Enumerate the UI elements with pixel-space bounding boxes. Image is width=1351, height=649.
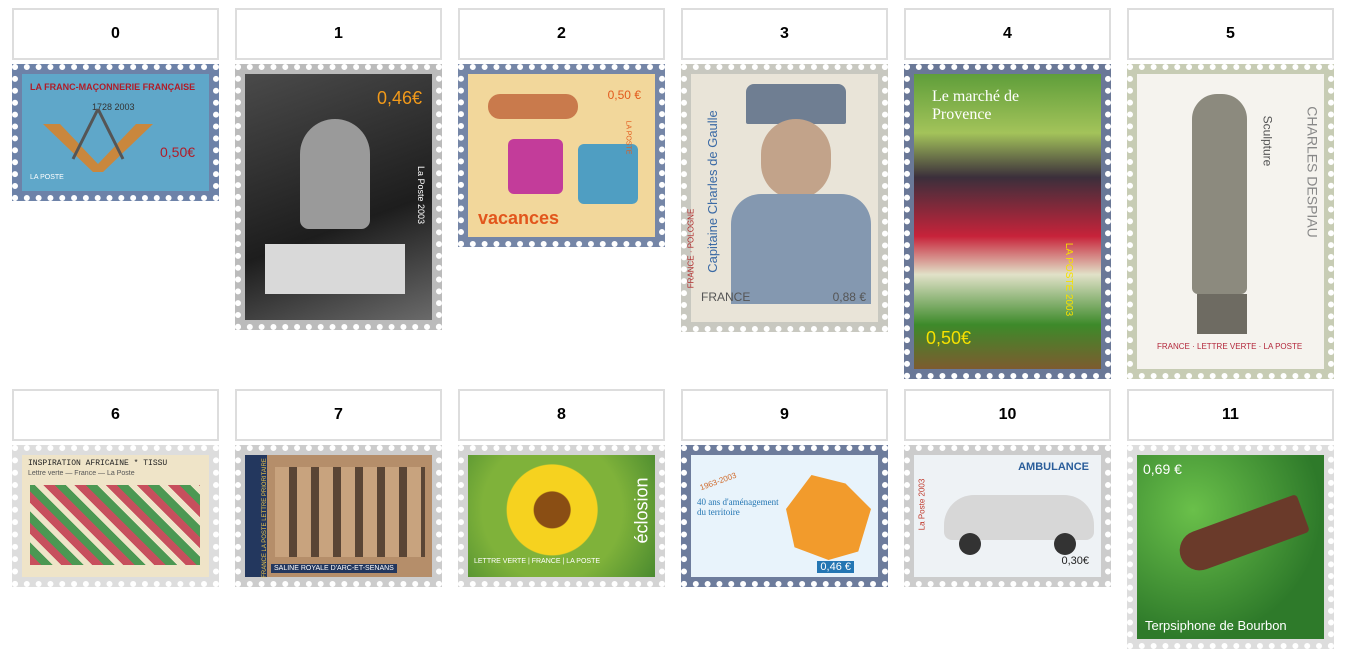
stamp-image[interactable]: éclosion LETTRE VERTE | FRANCE | LA POST… [458,445,665,587]
stamp-corner: La Poste 2003 [917,478,927,531]
stamp-value: 0,50€ [926,328,972,348]
bird-figure [1174,493,1310,577]
stamp-title: éclosion [631,477,652,544]
stamp-value: 0,50 € [607,88,641,102]
stamp-title: vacances [478,208,560,228]
portrait-face [761,119,831,199]
car-wheel [959,533,981,555]
desk [265,244,405,294]
france-map [786,475,871,560]
stamp-index-label: 8 [458,389,665,441]
stamp-image[interactable]: 0,50 € vacances LA POSTE [458,64,665,247]
stamp-card[interactable]: 4 Le marché de Provence 0,50€ LA POSTE 2… [904,8,1111,379]
towel [508,139,563,194]
child-figure [300,119,370,229]
stamp-image[interactable]: LA FRANC-MAÇONNERIE FRANÇAISE 1728 2003 … [12,64,219,201]
stamp-card[interactable]: 0 LA FRANC-MAÇONNERIE FRANÇAISE 1728 200… [12,8,219,379]
car-wheel [1054,533,1076,555]
stamp-card[interactable]: 11 0,69 € Terpsiphone de Bourbon [1127,389,1334,649]
stamp-card[interactable]: 6 INSPIRATION AFRICAINE * TISSU Lettre v… [12,389,219,649]
stamp-card[interactable]: 7 FRANCE LA POSTE LETTRE PRIORITAIRE SAL… [235,389,442,649]
stamp-index-label: 3 [681,8,888,60]
sculpture-base [1197,294,1247,334]
stamp-gallery: 0 LA FRANC-MAÇONNERIE FRANÇAISE 1728 200… [12,8,1342,649]
stamp-title: LA FRANC-MAÇONNERIE FRANÇAISE [30,82,196,92]
stamp-index-label: 11 [1127,389,1334,441]
sculpture-figure [1192,94,1247,294]
stamp-title: SALINE ROYALE D'ARC-ET-SENANS [271,564,397,573]
stamp-index-label: 6 [12,389,219,441]
stamp-country: FRANCE [701,290,751,304]
stamp-subtitle: FRANCE · POLOGNE [686,208,696,289]
stamp-subtitle: Sculpture [1260,115,1275,167]
stamp-index-label: 10 [904,389,1111,441]
stamp-value: 0,46 € [817,561,854,573]
stamp-card[interactable]: 9 1963-2003 40 ans d'aménagement du terr… [681,389,888,649]
stamp-corner: La Poste 2003 [416,165,426,224]
stamp-card[interactable]: 8 éclosion LETTRE VERTE | FRANCE | LA PO… [458,389,665,649]
stamp-index-label: 5 [1127,8,1334,60]
uniform [731,194,871,304]
stamp-bottom-text: FRANCE · LETTRE VERTE · LA POSTE [1157,342,1303,351]
stamp-image[interactable]: Capitaine Charles de Gaulle FRANCE · POL… [681,64,888,332]
stamp-index-label: 0 [12,8,219,60]
stamp-image[interactable]: FRANCE LA POSTE LETTRE PRIORITAIRE SALIN… [235,445,442,587]
stamp-title: Terpsiphone de Bourbon [1145,618,1287,633]
stamp-index-label: 2 [458,8,665,60]
kepi-cap [746,84,846,124]
stamp-title: INSPIRATION AFRICAINE * TISSU [28,459,168,468]
stamp-subtitle: Lettre verte — France — La Poste [28,470,135,477]
stamp-value: 0,46€ [376,88,422,108]
stamp-subtitle: LETTRE VERTE | FRANCE | LA POSTE [474,558,601,565]
stamp-value: 0,88 € [832,290,866,304]
stamp-card[interactable]: 1 0,46€ La Poste 2003 [235,8,442,379]
stamp-value: 0,30€ [1061,555,1089,567]
stamp-corner: LA POSTE [30,174,64,181]
stamp-image[interactable]: Sculpture CHARLES DESPIAU FRANCE · LETTR… [1127,64,1334,379]
stamp-image[interactable]: 0,46€ La Poste 2003 [235,64,442,330]
stamp-corner: LA POSTE 2003 [1062,242,1074,317]
stamp-subtitle: FRANCE LA POSTE LETTRE PRIORITAIRE [261,458,268,578]
stamp-index-label: 4 [904,8,1111,60]
stamp-image[interactable]: AMBULANCE La Poste 2003 0,30€ [904,445,1111,587]
stamp-card[interactable]: 5 Sculpture CHARLES DESPIAU FRANCE · LET… [1127,8,1334,379]
stamp-corner: LA POSTE [624,120,632,155]
fabric-pattern [30,485,200,565]
stamp-index-label: 7 [235,389,442,441]
stamp-value: 0,69 € [1143,461,1182,477]
stamp-index-label: 9 [681,389,888,441]
stamp-index-label: 1 [235,8,442,60]
stamp-image[interactable]: INSPIRATION AFRICAINE * TISSU Lettre ver… [12,445,219,587]
stamp-title: Capitaine Charles de Gaulle [704,110,720,273]
stamp-title: AMBULANCE [1018,461,1089,473]
stamp-title: CHARLES DESPIAU [1304,106,1321,238]
stamp-image[interactable]: 0,69 € Terpsiphone de Bourbon [1127,445,1334,649]
stamp-title: Le marché de Provence [932,88,1020,123]
stamp-card[interactable]: 2 0,50 € vacances LA POSTE [458,8,665,379]
square-compass-icon [43,108,153,172]
stamp-years: 1963-2003 [698,470,738,493]
stamp-image[interactable]: Le marché de Provence 0,50€ LA POSTE 200… [904,64,1111,379]
sunbather-figure [488,94,578,119]
stamp-image[interactable]: 1963-2003 40 ans d'aménagement du territ… [681,445,888,587]
stamp-title: 40 ans d'aménagement du territoire [697,497,779,517]
stamp-value: 0,50€ [160,144,196,160]
stamp-card[interactable]: 3 Capitaine Charles de Gaulle FRANCE · P… [681,8,888,379]
building-facade [275,467,425,557]
stamp-card[interactable]: 10 AMBULANCE La Poste 2003 0,30€ [904,389,1111,649]
